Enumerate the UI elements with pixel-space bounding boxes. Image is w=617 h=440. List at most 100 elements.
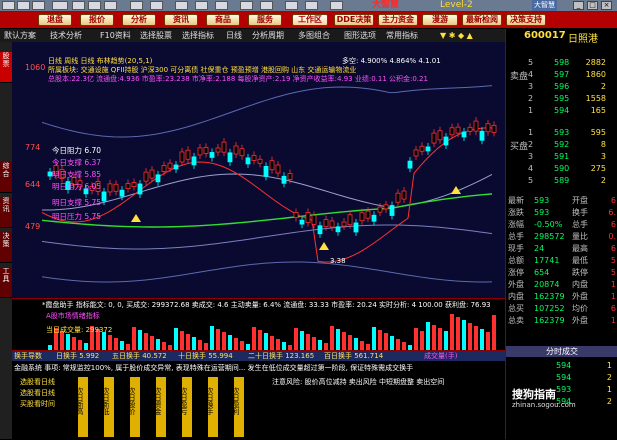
toolbar-icon-5[interactable] [72,1,85,10]
pick-list-0[interactable]: 选股看日线 [20,377,55,387]
stat-value: 593 [534,208,550,217]
candle-body [143,171,149,182]
toolbar-daily[interactable]: 日线 [226,30,242,41]
toolbar-f10[interactable]: F10资料 [100,30,131,41]
toolbar-icon-15[interactable] [285,1,298,10]
sell-row-4[interactable]: 4 597 1860 [506,69,617,80]
stat-key: 总手 [508,232,524,241]
main-kline-chart[interactable]: 日线 周线 日线 布林趋势(20,5,1) 所属板块: 交通设施 QFII持股 … [12,42,505,298]
candle-body [233,145,239,155]
menu-item-5[interactable]: 服务 [248,14,282,26]
menu-item-workspace[interactable]: 工作区 [292,14,328,26]
volume-bar [216,329,220,351]
close-button[interactable]: × [601,1,612,10]
toolbar-icon-17[interactable] [330,1,343,10]
toolbar-icon-10[interactable] [175,1,188,10]
menu-right-3[interactable]: 最新检阅 [462,14,502,26]
candle-body [449,127,455,136]
candle-body [335,226,341,233]
maximize-button[interactable]: □ [587,1,598,10]
toolbar-default-scheme[interactable]: 默认方案 [4,30,36,41]
buy-row-2[interactable]: 2 592 8 [506,139,617,150]
turnover-tab-5[interactable]: 百日换手 561.714 [324,351,383,361]
menu-item-2[interactable]: 分析 [122,14,156,26]
toolbar-icon-16[interactable] [305,1,318,10]
toolbar-icon-11[interactable] [195,1,208,10]
tick-trades-header[interactable]: 分时成交 [506,346,617,357]
menu-item-4[interactable]: 商品 [206,14,240,26]
buy-row-3[interactable]: 3 591 3 [506,151,617,162]
volume-bar [222,332,226,351]
toolbar-select-stock[interactable]: 选择股票 [140,30,172,41]
menu-right-0[interactable]: DDE决策 [334,14,374,26]
toolbar-icon-14[interactable] [260,1,273,10]
buy-row-5[interactable]: 5 589 2 [506,175,617,186]
volume-bar [258,330,262,351]
candle-body [191,156,197,166]
sell-row-2[interactable]: 2 595 1558 [506,93,617,104]
turnover-tab-4[interactable]: 二十日换手 123.165 [248,351,314,361]
toolbar-arrow-icon[interactable]: ▼ ✱ ◆ ▲ [440,30,473,41]
left-tab-1[interactable]: 综合 [0,162,12,193]
y-tick-2: 644 [25,180,41,189]
toolbar-icon-3[interactable] [32,1,45,10]
candle-body [365,210,371,219]
toolbar-icon-6[interactable] [88,1,101,10]
rsi-icon[interactable] [52,1,68,10]
toolbar-multi-chart[interactable]: 多图组合 [298,30,330,41]
sell-row-3[interactable]: 3 596 2 [506,81,617,92]
toolbar-icon-8[interactable] [130,1,143,10]
candle-body [461,131,467,138]
toolbar-chart-options[interactable]: 图形选项 [344,30,376,41]
menu-item-0[interactable]: 退盘 [38,14,72,26]
menu-item-3[interactable]: 资讯 [164,14,198,26]
turnover-tab-1[interactable]: 日换手 5.992 [56,351,99,361]
buy-row-1[interactable]: 1 593 595 [506,127,617,138]
candle-body [395,192,401,203]
toolbar-icon-9[interactable] [150,1,163,10]
turnover-tab-0[interactable]: 换手导数 [14,351,42,361]
candle-body [467,126,473,132]
toolbar-select-indicator[interactable]: 选择指标 [182,30,214,41]
menu-item-1[interactable]: 报价 [80,14,114,26]
volume-panel[interactable]: *霞盘助手 指标能文: 0, 0, 买成交: 299372.68 卖成交: 4.… [12,298,505,351]
left-tab-3[interactable]: 决策 [0,232,12,263]
pick-list-2[interactable]: 买股看时间 [20,399,55,409]
menu-right-4[interactable]: 决策支持 [506,14,546,26]
volume-bar [456,317,460,351]
toolbar-icon-12[interactable] [215,1,228,10]
toolbar-icon-2[interactable] [17,1,30,10]
toolbar-icon-13[interactable] [240,1,253,10]
volume-bar [300,331,304,351]
turnover-tab-6[interactable]: 成交量(手) [424,351,457,361]
toolbar-common-indicators[interactable]: 常用指标 [386,30,418,41]
toolbar-tech-analysis[interactable]: 技术分析 [50,30,82,41]
stat-value: -0.50% [534,220,563,229]
toolbar-period[interactable]: 分析周期 [252,30,284,41]
toolbar-icon-1[interactable] [2,1,15,10]
candle-body [215,147,221,153]
left-tab-4[interactable]: 工具 [0,267,12,298]
turnover-tab-2[interactable]: 五日换手 40.572 [112,351,167,361]
left-tab-0[interactable]: 股票 [0,52,12,83]
stat-value2: 1 [610,316,616,325]
candle-body [251,155,257,161]
sell-row-1[interactable]: 1 594 165 [506,105,617,116]
menu-right-1[interactable]: 主力资金 [378,14,418,26]
buy-row-4[interactable]: 4 590 275 [506,163,617,174]
left-tab-2[interactable]: 资讯 [0,197,12,228]
sell-row-5[interactable]: 5 598 2882 [506,57,617,68]
candle-body [323,219,329,228]
candle-body [317,225,323,235]
turnover-tab-3[interactable]: 十日换手 55.994 [178,351,233,361]
minimize-button[interactable]: _ [573,1,584,10]
volume: 165 [590,106,606,115]
menu-right-2[interactable]: 漫游 [422,14,458,26]
volume-bar [462,320,466,351]
candle-body [197,147,203,156]
pick-list-1[interactable]: 选股看日线 [20,388,55,398]
volume: 2 [600,82,606,91]
level: 5 [528,176,534,185]
toolbar-icon-7[interactable] [104,1,117,10]
stat-value: 298572 [534,232,565,241]
